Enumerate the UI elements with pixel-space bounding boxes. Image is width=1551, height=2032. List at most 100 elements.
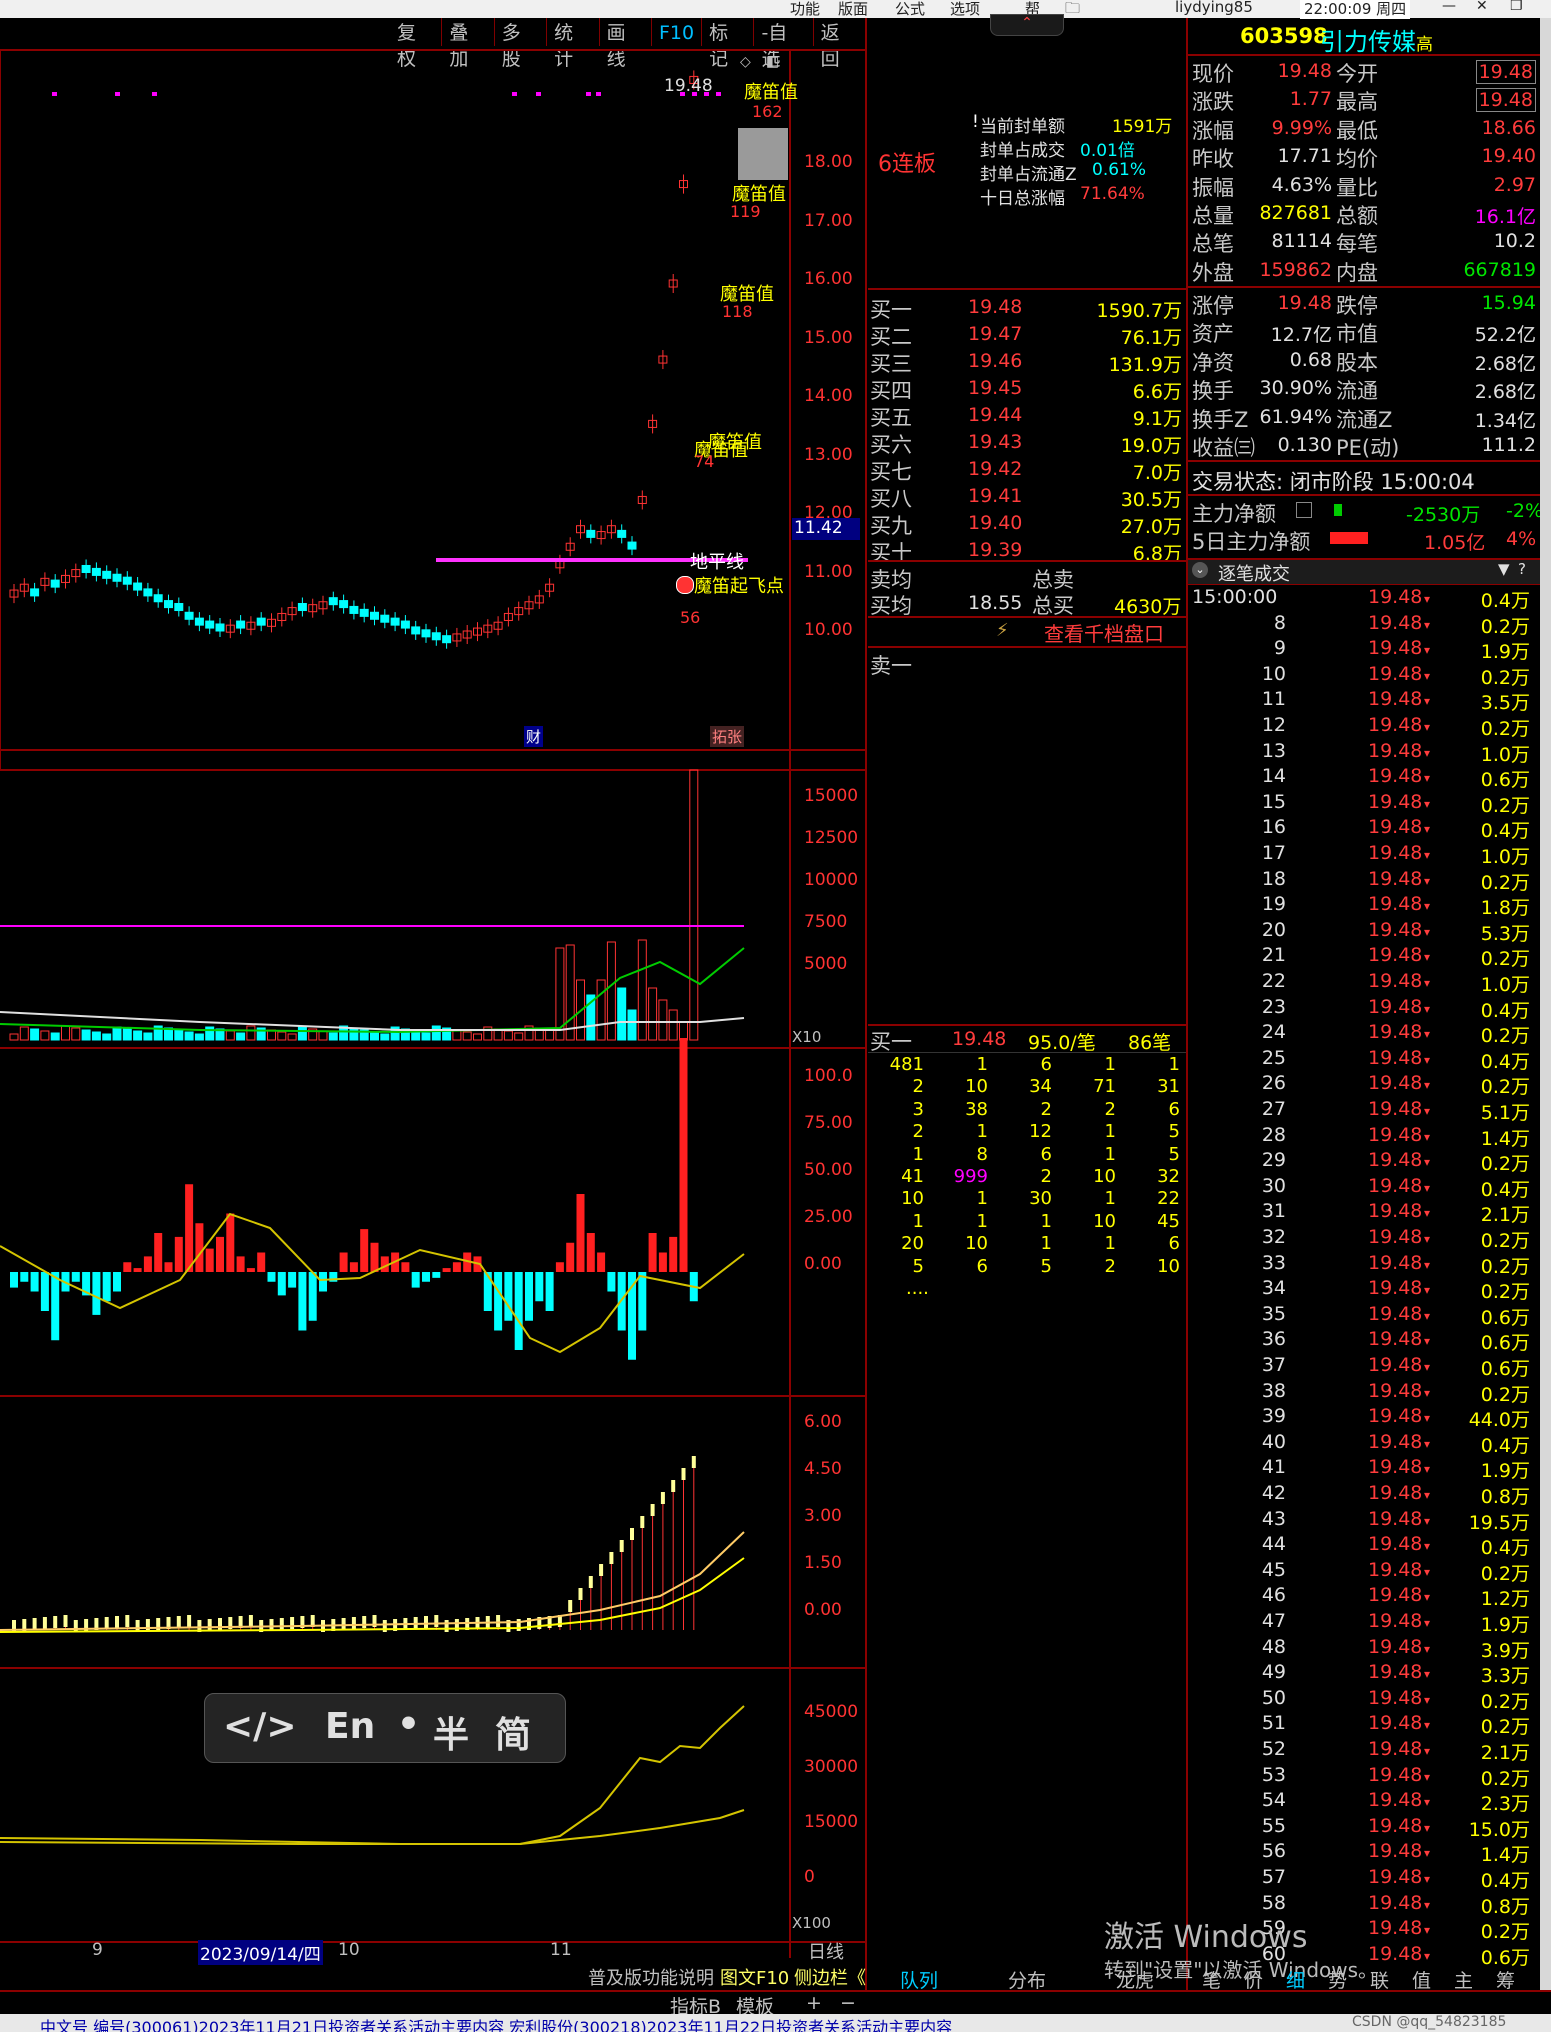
tab-detail[interactable]: 细 bbox=[1286, 1966, 1305, 1993]
basic-function-help[interactable]: 普及版功能说明 bbox=[588, 1964, 714, 1990]
candle[interactable] bbox=[205, 620, 215, 629]
candle[interactable] bbox=[627, 541, 637, 550]
buy-level-row[interactable]: 买六 19.43 19.0万 bbox=[868, 429, 1186, 457]
candle[interactable] bbox=[617, 529, 627, 538]
buy-level-row[interactable]: 买一 19.48 1590.7万 bbox=[868, 294, 1186, 322]
candle[interactable] bbox=[297, 603, 307, 612]
ime-simplified[interactable]: 简 bbox=[495, 1706, 531, 1758]
candle[interactable] bbox=[390, 617, 400, 626]
ime-dot[interactable]: • bbox=[397, 1704, 420, 1745]
takeoff-dot-icon bbox=[676, 576, 694, 594]
candle[interactable] bbox=[91, 567, 101, 576]
buy-level-row[interactable]: 买三 19.46 131.9万 bbox=[868, 348, 1186, 376]
filter-icon[interactable]: ▼ bbox=[1498, 560, 1510, 578]
qiandang-row[interactable]: ⚡ 查看千档盘口 bbox=[868, 616, 1186, 648]
candle[interactable] bbox=[50, 579, 60, 588]
candle[interactable] bbox=[164, 600, 173, 609]
candle[interactable] bbox=[380, 614, 390, 623]
signal-dot bbox=[596, 92, 601, 96]
window-toggle-icon[interactable]: ◧ bbox=[766, 54, 779, 70]
candle[interactable] bbox=[421, 629, 431, 638]
news-ticker[interactable]: 中文号 编号(300061)2023年11月21日投资者关系活动主要内容 宏利股… bbox=[0, 2014, 1551, 2032]
candle[interactable] bbox=[400, 620, 410, 629]
tab-main[interactable]: 主 bbox=[1454, 1966, 1473, 1993]
volume-bar bbox=[30, 1028, 40, 1041]
minimize-icon[interactable]: — bbox=[1442, 0, 1456, 14]
tab-tick[interactable]: 笔 bbox=[1202, 1966, 1221, 1993]
list-icon[interactable] bbox=[1296, 502, 1312, 518]
candle[interactable] bbox=[215, 623, 225, 632]
candle[interactable] bbox=[30, 588, 40, 597]
news-text[interactable]: 中文号 编号(300061)2023年11月21日投资者关系活动主要内容 宏利股… bbox=[40, 2014, 952, 2032]
candle[interactable] bbox=[339, 600, 349, 609]
ime-half-width[interactable]: 半 bbox=[433, 1706, 469, 1758]
menu-function[interactable]: 功能 bbox=[790, 0, 820, 19]
candle[interactable] bbox=[349, 605, 359, 614]
candle[interactable] bbox=[359, 608, 369, 617]
candle[interactable] bbox=[370, 611, 379, 620]
candle[interactable] bbox=[194, 617, 204, 626]
tab-distribution[interactable]: 分布 bbox=[1008, 1966, 1046, 1993]
buy-level-row[interactable]: 买五 19.44 9.1万 bbox=[868, 402, 1186, 430]
ind3-mark bbox=[609, 1552, 614, 1564]
tab-chips[interactable]: 筹 bbox=[1496, 1966, 1515, 1993]
queue-more[interactable]: .... bbox=[906, 1278, 929, 1299]
candle[interactable] bbox=[143, 588, 153, 597]
candle[interactable] bbox=[174, 603, 184, 612]
tab-value[interactable]: 值 bbox=[1412, 1966, 1431, 1993]
candle[interactable] bbox=[411, 626, 421, 635]
candle[interactable] bbox=[431, 632, 441, 641]
candle[interactable] bbox=[122, 576, 132, 585]
zoom-out-button[interactable]: − bbox=[840, 1992, 856, 2014]
ime-lang[interactable]: En bbox=[325, 1706, 375, 1747]
tick-time: 44 bbox=[1261, 1533, 1286, 1556]
close-icon[interactable]: ✕ bbox=[1476, 0, 1488, 14]
volume-bar bbox=[658, 999, 668, 1041]
candle[interactable] bbox=[81, 564, 91, 573]
expansion-marker[interactable]: 拓张 bbox=[710, 726, 745, 747]
candle[interactable] bbox=[328, 597, 338, 606]
tick-volume: 0.2万 bbox=[1480, 1921, 1530, 1944]
candle[interactable] bbox=[153, 594, 163, 603]
candle[interactable] bbox=[133, 582, 143, 591]
buy-level-row[interactable]: 买七 19.42 7.0万 bbox=[868, 456, 1186, 484]
graphic-f10[interactable]: 图文F10 bbox=[720, 1964, 789, 1990]
tab-linked[interactable]: 联 bbox=[1370, 1966, 1389, 1993]
tab-dragon-tiger[interactable]: 龙虎 bbox=[1116, 1966, 1154, 1993]
candle[interactable] bbox=[102, 570, 112, 579]
buy-level-row[interactable]: 买二 19.47 76.1万 bbox=[868, 321, 1186, 349]
buy-level-row[interactable]: 买四 19.45 6.6万 bbox=[868, 375, 1186, 403]
tab-queue[interactable]: 队列 bbox=[900, 1966, 938, 1993]
tick-up-arrow-icon: ▾ bbox=[1424, 822, 1431, 837]
macd-ytick: 50.00 bbox=[804, 1160, 853, 1180]
sidebar-toggle[interactable]: 侧边栏《 bbox=[794, 1964, 866, 1990]
view-1000-levels-link[interactable]: 查看千档盘口 bbox=[1044, 618, 1164, 647]
menu-formula[interactable]: 公式 bbox=[895, 0, 925, 19]
candle[interactable] bbox=[112, 573, 122, 582]
restore-icon[interactable]: ❐ bbox=[1510, 0, 1523, 14]
diamond-icon[interactable]: ◇ bbox=[740, 54, 751, 70]
candle[interactable] bbox=[184, 611, 194, 620]
candle[interactable] bbox=[442, 635, 452, 644]
tab-trend[interactable]: 势 bbox=[1328, 1966, 1347, 1993]
candle[interactable] bbox=[236, 620, 246, 629]
side-scroll-strip[interactable] bbox=[1540, 18, 1551, 1990]
mdz-num-1: 162 bbox=[752, 102, 783, 121]
candle[interactable] bbox=[256, 617, 266, 626]
ime-toolbar[interactable]: </> En • 半 简 bbox=[204, 1693, 566, 1763]
period-daily[interactable]: 日线 bbox=[808, 1938, 844, 1964]
menu-layout[interactable]: 版面 bbox=[838, 0, 868, 19]
candle[interactable] bbox=[586, 529, 596, 538]
tick-volume: 1.0万 bbox=[1480, 846, 1530, 868]
quote-label: 昨收 bbox=[1192, 147, 1234, 172]
tick-time: 34 bbox=[1261, 1277, 1286, 1300]
buy-level-row[interactable]: 买八 19.41 30.5万 bbox=[868, 483, 1186, 511]
tab-price[interactable]: 价 bbox=[1244, 1966, 1263, 1993]
buy-level-row[interactable]: 买九 19.40 27.0万 bbox=[868, 510, 1186, 538]
zoom-in-button[interactable]: + bbox=[806, 1992, 822, 2014]
finance-marker[interactable]: 财 bbox=[524, 726, 544, 747]
menu-options[interactable]: 选项 bbox=[950, 0, 980, 19]
help-icon[interactable]: ? bbox=[1518, 560, 1526, 578]
chevron-down-icon[interactable]: ⌄ bbox=[1192, 562, 1208, 578]
code-icon[interactable]: </> bbox=[223, 1706, 296, 1747]
